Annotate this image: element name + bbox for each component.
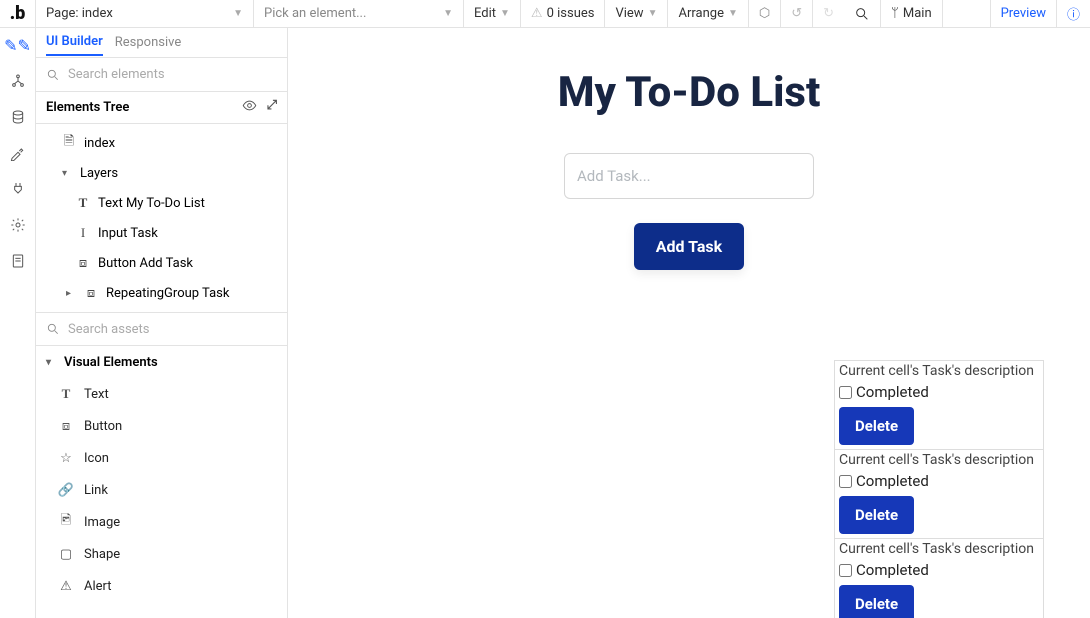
sidebar-panel: UI Builder Responsive Elements Tree ⤢ 🗎i… xyxy=(36,28,288,618)
issues-button[interactable]: ⚠0 issues xyxy=(521,0,606,27)
palette-item-icon[interactable]: ☆Icon xyxy=(36,442,287,474)
expand-icon[interactable]: ⤢ xyxy=(267,98,277,117)
vertical-toolbar: ✎✎ xyxy=(0,28,36,618)
completed-checkbox[interactable]: Completed xyxy=(835,559,1043,581)
elements-tree-header: Elements Tree ⤢ xyxy=(36,92,287,124)
search-icon xyxy=(46,68,60,82)
plugins-tab-icon[interactable] xyxy=(9,180,27,198)
undo-icon: ↺ xyxy=(791,6,802,21)
help-button[interactable]: ⓘ xyxy=(1057,0,1090,27)
alert-icon: ⚠ xyxy=(58,579,74,594)
star-icon: ☆ xyxy=(58,451,74,466)
search-assets-row xyxy=(36,312,287,346)
search-icon xyxy=(854,6,870,22)
tab-responsive[interactable]: Responsive xyxy=(115,35,182,50)
tree-item-text[interactable]: TText My To-Do List xyxy=(36,188,287,218)
edit-menu[interactable]: Edit▼ xyxy=(464,0,521,27)
elements-palette: ▾Visual Elements TText ⧈Button ☆Icon 🔗Li… xyxy=(36,346,287,618)
palette-item-alert[interactable]: ⚠Alert xyxy=(36,570,287,602)
redo-button[interactable]: ↻ xyxy=(813,0,844,27)
tree-item-layers[interactable]: ▾Layers xyxy=(36,158,287,188)
add-task-button[interactable]: Add Task xyxy=(634,223,744,270)
redo-icon: ↻ xyxy=(823,6,834,21)
completed-checkbox[interactable]: Completed xyxy=(835,381,1043,403)
image-icon: 🖻 xyxy=(58,511,74,533)
cube-icon: ⬡ xyxy=(759,6,770,21)
cube-button[interactable]: ⬡ xyxy=(749,0,781,27)
styles-tab-icon[interactable] xyxy=(9,144,27,162)
workflow-tab-icon[interactable] xyxy=(9,72,27,90)
chevron-down-icon: ▼ xyxy=(233,8,243,19)
view-menu[interactable]: View▼ xyxy=(605,0,668,27)
task-description[interactable]: Current cell's Task's description xyxy=(835,539,1043,559)
text-icon: T xyxy=(76,195,90,211)
rg-cell[interactable]: Current cell's Task's description Comple… xyxy=(834,449,1044,538)
input-icon: I xyxy=(76,225,90,241)
data-tab-icon[interactable] xyxy=(9,108,27,126)
checkbox-input[interactable] xyxy=(839,475,852,488)
caret-down-icon: ▾ xyxy=(46,357,56,368)
text-icon: T xyxy=(58,386,74,402)
page-icon: 🗎 xyxy=(62,132,76,154)
repeating-group-icon: ⧈ xyxy=(84,286,98,301)
search-elements-row xyxy=(36,58,287,92)
chevron-down-icon: ▼ xyxy=(648,8,658,19)
page-title[interactable]: My To-Do List xyxy=(558,68,821,117)
warning-icon: ⚠ xyxy=(531,6,543,21)
delete-button[interactable]: Delete xyxy=(839,496,914,534)
delete-button[interactable]: Delete xyxy=(839,585,914,618)
branch-icon: ᛘ xyxy=(891,6,899,21)
chevron-down-icon: ▼ xyxy=(728,8,738,19)
element-picker-label: Pick an element... xyxy=(264,6,366,21)
search-assets-input[interactable] xyxy=(68,322,277,337)
palette-item-shape[interactable]: ▢Shape xyxy=(36,538,287,570)
arrange-menu[interactable]: Arrange▼ xyxy=(668,0,748,27)
task-description[interactable]: Current cell's Task's description xyxy=(835,361,1043,381)
settings-tab-icon[interactable] xyxy=(9,216,27,234)
top-toolbar: .b Page: index ▼ Pick an element... ▼ Ed… xyxy=(0,0,1090,28)
tree-item-input[interactable]: IInput Task xyxy=(36,218,287,248)
palette-item-text[interactable]: TText xyxy=(36,378,287,410)
design-canvas[interactable]: My To-Do List Add Task Current cell's Ta… xyxy=(288,28,1090,618)
search-button[interactable] xyxy=(844,0,881,27)
rg-cell[interactable]: Current cell's Task's description Comple… xyxy=(834,360,1044,449)
logo[interactable]: .b xyxy=(0,0,36,27)
chevron-down-icon: ▼ xyxy=(443,8,453,19)
palette-item-button[interactable]: ⧈Button xyxy=(36,410,287,442)
eye-icon[interactable] xyxy=(242,98,257,117)
preview-button[interactable]: Preview xyxy=(990,0,1057,27)
shape-icon: ▢ xyxy=(58,547,74,562)
checkbox-input[interactable] xyxy=(839,564,852,577)
branch-selector[interactable]: ᛘMain xyxy=(881,0,943,27)
elements-tree: 🗎index ▾Layers TText My To-Do List IInpu… xyxy=(36,124,287,312)
button-icon: ⧈ xyxy=(58,419,74,434)
logs-tab-icon[interactable] xyxy=(9,252,27,270)
button-icon: ⧈ xyxy=(76,256,90,271)
page-label: Page: index xyxy=(46,6,113,21)
chevron-down-icon: ▼ xyxy=(500,8,510,19)
checkbox-input[interactable] xyxy=(839,386,852,399)
caret-right-icon: ▸ xyxy=(66,288,76,299)
search-icon xyxy=(46,322,60,336)
completed-checkbox[interactable]: Completed xyxy=(835,470,1043,492)
tree-item-button[interactable]: ⧈Button Add Task xyxy=(36,248,287,278)
repeating-group: Current cell's Task's description Comple… xyxy=(334,360,1044,618)
search-elements-input[interactable] xyxy=(68,67,277,82)
tab-ui-builder[interactable]: UI Builder xyxy=(46,34,103,56)
tree-item-page[interactable]: 🗎index xyxy=(36,128,287,158)
delete-button[interactable]: Delete xyxy=(839,407,914,445)
link-icon: 🔗 xyxy=(58,483,74,498)
page-selector[interactable]: Page: index ▼ xyxy=(36,0,254,27)
caret-down-icon: ▾ xyxy=(62,168,72,179)
task-input[interactable] xyxy=(564,153,814,199)
design-tab-icon[interactable]: ✎✎ xyxy=(9,36,27,54)
undo-button[interactable]: ↺ xyxy=(781,0,813,27)
rg-cell[interactable]: Current cell's Task's description Comple… xyxy=(834,538,1044,618)
element-picker[interactable]: Pick an element... ▼ xyxy=(254,0,464,27)
palette-section-header[interactable]: ▾Visual Elements xyxy=(36,346,287,378)
task-description[interactable]: Current cell's Task's description xyxy=(835,450,1043,470)
tree-item-rg[interactable]: ▸⧈RepeatingGroup Task xyxy=(36,278,287,308)
palette-item-image[interactable]: 🖻Image xyxy=(36,506,287,538)
palette-item-link[interactable]: 🔗Link xyxy=(36,474,287,506)
